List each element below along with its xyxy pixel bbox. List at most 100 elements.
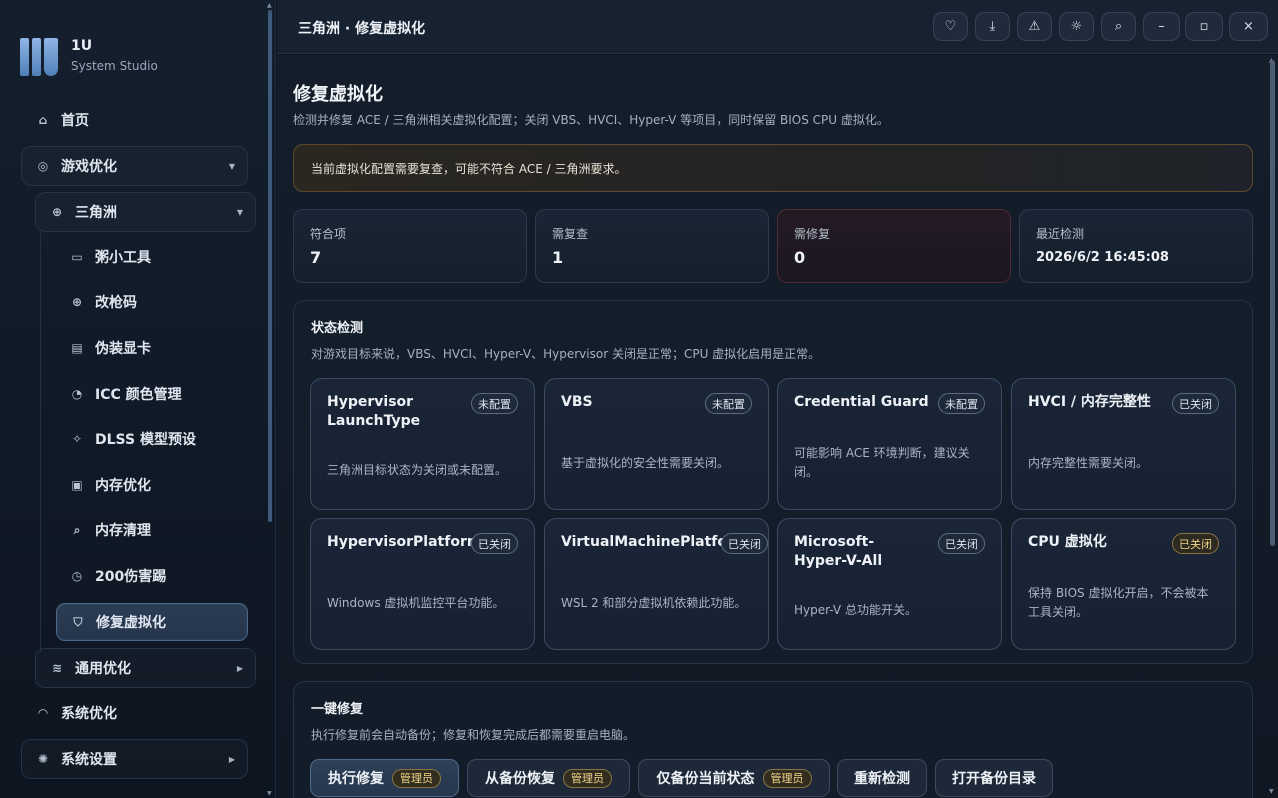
- sidebar-item-label: 首页: [61, 113, 89, 129]
- sidebar-item-game-optimization[interactable]: ◎ 游戏优化 ▼: [21, 146, 248, 186]
- chevron-right-icon: ▶: [228, 754, 235, 764]
- card-name: CPU 虚拟化: [1028, 534, 1107, 550]
- status-badge: 已关闭: [1172, 533, 1219, 554]
- tree-line: [40, 232, 41, 652]
- stat-value: 0: [794, 248, 806, 267]
- sidebar-item-label: 粥小工具: [95, 250, 151, 266]
- sidebar-item-200-kick[interactable]: ◷ 200伤害踢: [70, 566, 166, 586]
- stat-last-check: 最近检测 2026/6/2 16:45:08: [1019, 209, 1253, 283]
- card-name: HypervisorPlatform: [327, 534, 482, 550]
- sidebar-item-label: 三角洲: [75, 205, 117, 221]
- brand-subtitle: System Studio: [71, 59, 158, 73]
- card-description: Windows 虚拟机监控平台功能。: [327, 596, 505, 610]
- favorite-button[interactable]: ♡: [933, 12, 968, 41]
- status-badge: 已关闭: [721, 533, 768, 554]
- admin-badge: 管理员: [392, 768, 441, 788]
- status-badge: 未配置: [471, 393, 518, 414]
- sidebar-item-icc[interactable]: ◔ ICC 颜色管理: [70, 384, 182, 404]
- restore-backup-button[interactable]: 从备份恢复 管理员: [467, 759, 630, 797]
- minimize-button[interactable]: –: [1143, 12, 1180, 41]
- recheck-button[interactable]: 重新检测: [837, 759, 927, 797]
- sidebar-item-system-settings[interactable]: ✺ 系统设置 ▶: [21, 739, 248, 779]
- app-logo: [20, 38, 60, 76]
- admin-badge: 管理员: [762, 768, 812, 788]
- open-backup-dir-button[interactable]: 打开备份目录: [935, 759, 1053, 797]
- stat-value: 7: [310, 248, 322, 267]
- sidebar-item-label: 200伤害踢: [95, 569, 167, 585]
- stat-value: 1: [552, 248, 564, 267]
- run-fix-button[interactable]: 执行修复 管理员: [310, 759, 459, 797]
- card-description: 三角洲目标状态为关闭或未配置。: [327, 463, 508, 477]
- theme-toggle-button[interactable]: ☼: [1059, 12, 1094, 41]
- backup-only-button[interactable]: 仅备份当前状态 管理员: [638, 759, 830, 797]
- gauge-icon: ◠: [38, 706, 48, 720]
- clock-icon: ◷: [71, 569, 83, 583]
- status-badge: 已关闭: [938, 533, 985, 554]
- sidebar-item-general-optimization[interactable]: ≋ 通用优化 ▶: [35, 648, 256, 688]
- status-card: Microsoft-Hyper-V-All 已关闭 Hyper-V 总功能开关。: [777, 518, 1002, 650]
- chevron-down-icon: ▼: [236, 207, 243, 217]
- sidebar-item-label: 通用优化: [75, 661, 131, 677]
- alert-text: 当前虚拟化配置需要复查，可能不符合 ACE / 三角洲要求。: [311, 161, 627, 176]
- gpu-icon: ▤: [71, 341, 83, 355]
- sidebar-item-toolbox[interactable]: ▭ 粥小工具: [70, 247, 151, 267]
- status-title: 状态检测: [311, 321, 364, 336]
- sidebar: 1U System Studio ⌂ 首页 ◎ 游戏优化 ▼ ⊕ 三角洲 ▼ ▭…: [0, 0, 276, 798]
- close-button[interactable]: ×: [1229, 12, 1268, 41]
- sidebar-item-label: 伪装显卡: [95, 341, 151, 357]
- sliders-icon: ≋: [51, 661, 63, 675]
- toolbox-icon: ▭: [71, 250, 83, 264]
- warning-icon: ⚠: [1028, 19, 1041, 34]
- sidebar-item-memory-clean[interactable]: ⌕ 内存清理: [70, 520, 151, 540]
- window-title: 三角洲 · 修复虚拟化: [298, 21, 426, 37]
- main-content: 修复虚拟化 检测并修复 ACE / 三角洲相关虚拟化配置；关闭 VBS、HVCI…: [277, 55, 1278, 798]
- palette-icon: ◔: [71, 387, 83, 401]
- card-description: 保持 BIOS 虚拟化开启，不会被本工具关闭。: [1028, 586, 1209, 619]
- scroll-down-arrow-icon[interactable]: ▼: [1269, 788, 1274, 795]
- status-card: VBS 未配置 基于虚拟化的安全性需要关闭。: [544, 378, 769, 510]
- top-bar: 三角洲 · 修复虚拟化 ♡ ⤓ ⚠ ☼ ⌕ – ▫ ×: [277, 0, 1278, 54]
- page-title: 修复虚拟化: [293, 84, 383, 105]
- fix-subtitle: 执行修复前会自动备份；修复和恢复完成后都需要重启电脑。: [311, 728, 636, 742]
- minimize-icon: –: [1158, 19, 1165, 34]
- sparkle-icon: ✧: [71, 432, 83, 446]
- scroll-up-arrow-icon[interactable]: ▲: [267, 2, 272, 9]
- stat-label: 需复查: [552, 227, 589, 241]
- sidebar-item-dlss[interactable]: ✧ DLSS 模型预设: [70, 429, 196, 449]
- sidebar-item-home[interactable]: ⌂ 首页: [36, 110, 89, 130]
- button-label: 从备份恢复: [485, 771, 555, 787]
- card-name: VBS: [561, 394, 593, 410]
- close-icon: ×: [1243, 19, 1254, 34]
- sidebar-item-gun-code[interactable]: ⊕ 改枪码: [70, 292, 137, 312]
- sidebar-item-delta[interactable]: ⊕ 三角洲 ▼: [35, 192, 256, 232]
- sidebar-item-fix-virtualization[interactable]: ⛉ 修复虚拟化: [56, 603, 248, 641]
- card-description: 可能影响 ACE 环境判断，建议关闭。: [794, 446, 970, 479]
- stat-compliant: 符合项 7: [293, 209, 527, 283]
- search-button[interactable]: ⌕: [1101, 12, 1136, 41]
- card-name: HVCI / 内存完整性: [1028, 394, 1151, 410]
- chevron-right-icon: ▶: [236, 663, 243, 673]
- sidebar-item-memory-opt[interactable]: ▣ 内存优化: [70, 475, 151, 495]
- sidebar-item-label: 改枪码: [95, 295, 137, 311]
- sidebar-scrollbar[interactable]: [268, 10, 272, 522]
- status-card: Hypervisor LaunchType 未配置 三角洲目标状态为关闭或未配置…: [310, 378, 535, 510]
- download-button[interactable]: ⤓: [975, 12, 1010, 41]
- sidebar-item-system-optimization[interactable]: ◠ 系统优化: [36, 703, 117, 723]
- warning-button[interactable]: ⚠: [1017, 12, 1052, 41]
- download-icon: ⤓: [989, 19, 996, 34]
- heart-icon: ♡: [944, 19, 957, 34]
- sidebar-item-label: ICC 颜色管理: [95, 387, 182, 403]
- status-card: HypervisorPlatform 已关闭 Windows 虚拟机监控平台功能…: [310, 518, 535, 650]
- broom-icon: ⌕: [73, 522, 81, 537]
- sidebar-item-label: 修复虚拟化: [96, 615, 166, 631]
- sidebar-item-label: 系统设置: [61, 752, 117, 768]
- sidebar-item-label: DLSS 模型预设: [95, 432, 196, 448]
- status-card: VirtualMachinePlatform 已关闭 WSL 2 和部分虚拟机依…: [544, 518, 769, 650]
- sidebar-item-fake-gpu[interactable]: ▤ 伪装显卡: [70, 338, 151, 358]
- chevron-down-icon: ▼: [228, 161, 235, 171]
- scroll-down-arrow-icon[interactable]: ▼: [267, 790, 272, 797]
- card-description: 内存完整性需要关闭。: [1028, 456, 1149, 470]
- main-scrollbar[interactable]: [1270, 60, 1275, 546]
- maximize-button[interactable]: ▫: [1185, 12, 1223, 41]
- status-badge: 已关闭: [471, 533, 518, 554]
